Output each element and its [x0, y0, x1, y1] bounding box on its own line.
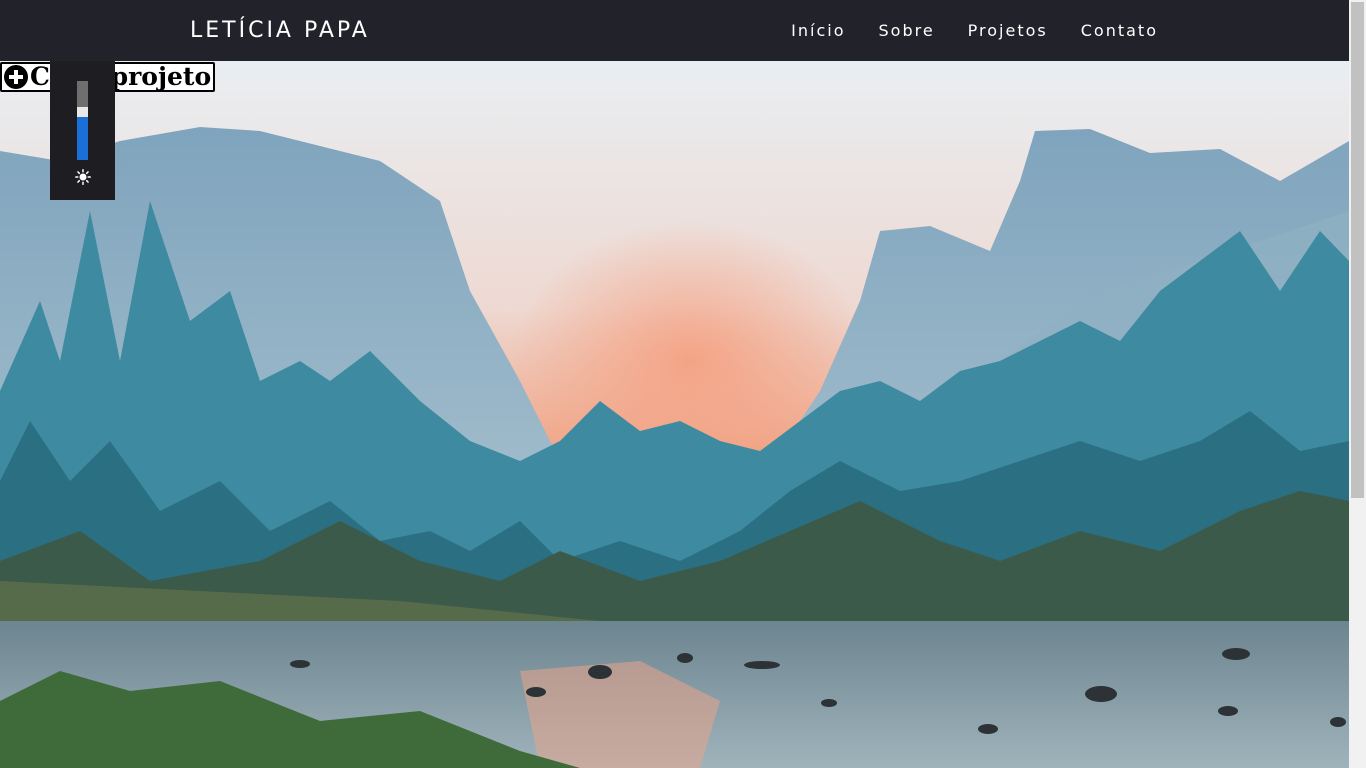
- top-navbar: LETÍCIA PAPA Início Sobre Projetos Conta…: [0, 0, 1349, 61]
- brightness-slider-fill: [77, 116, 88, 160]
- plus-circle-icon: [4, 65, 28, 89]
- brightness-panel: [50, 61, 115, 200]
- brightness-slider-thumb[interactable]: [77, 106, 88, 117]
- brightness-slider[interactable]: [77, 81, 88, 160]
- vertical-scrollbar[interactable]: [1349, 0, 1366, 768]
- site-brand[interactable]: LETÍCIA PAPA: [190, 18, 370, 43]
- hero-landscape-image: [0, 61, 1349, 768]
- nav-link-contato[interactable]: Contato: [1081, 21, 1158, 40]
- nav-link-inicio[interactable]: Início: [791, 21, 845, 40]
- sun-icon: [75, 169, 91, 185]
- nav-link-sobre[interactable]: Sobre: [879, 21, 935, 40]
- scrollbar-thumb[interactable]: [1351, 2, 1364, 498]
- main-nav: Início Sobre Projetos Contato: [758, 21, 1158, 40]
- nav-link-projetos[interactable]: Projetos: [968, 21, 1048, 40]
- landscape-illustration: [0, 61, 1349, 768]
